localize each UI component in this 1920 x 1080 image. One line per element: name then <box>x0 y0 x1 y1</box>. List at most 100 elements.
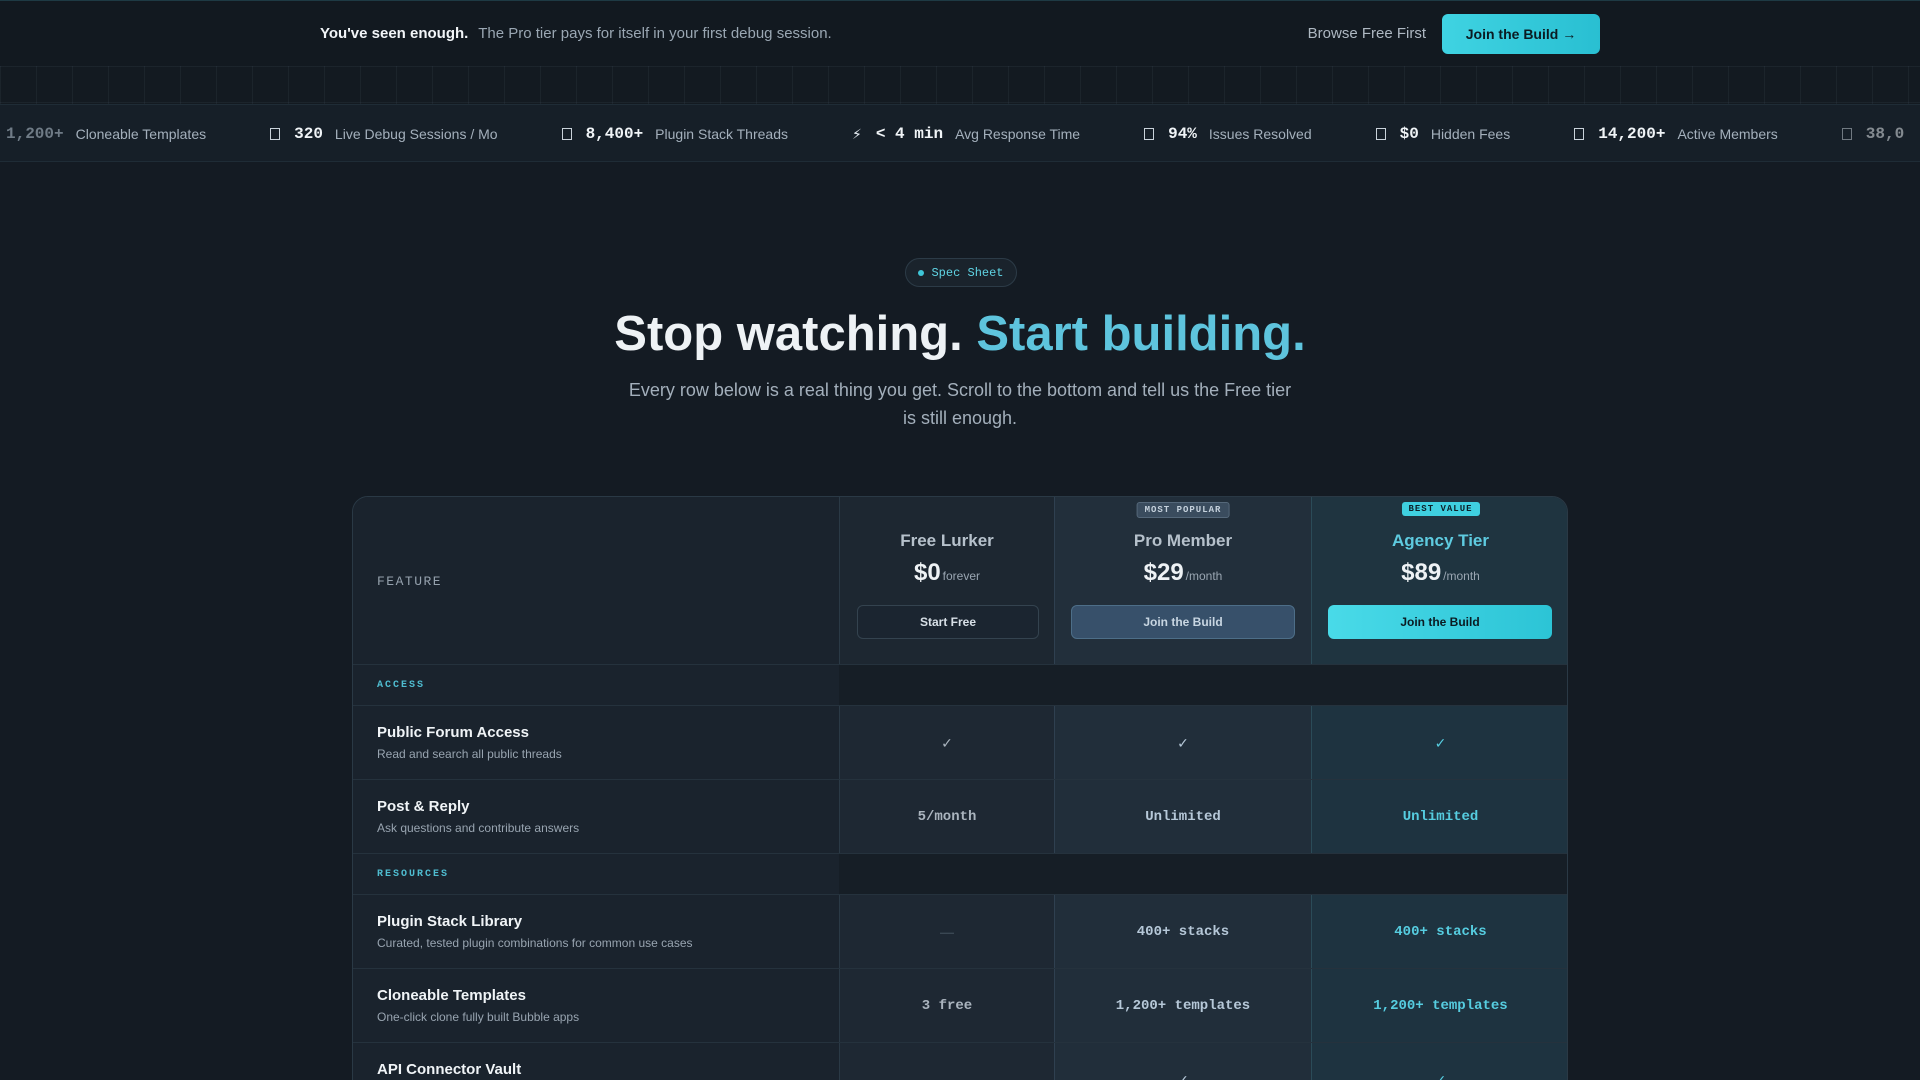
stat-value: $0 <box>1399 125 1419 143</box>
section-label: RESOURCES <box>377 869 450 880</box>
check-icon: ✓ <box>1311 1043 1567 1080</box>
table-row: API Connector Vault ✓ ✓ <box>353 1042 1567 1080</box>
dash-icon: — <box>839 895 1054 969</box>
browse-free-link[interactable]: Browse Free First <box>1308 25 1426 42</box>
stats-track: 1,200+ Cloneable Templates 320 Live Debu… <box>6 105 1920 161</box>
title-main: Stop watching. <box>614 307 963 361</box>
agency-join-button[interactable]: Join the Build <box>1328 605 1552 639</box>
pro-value: 1,200+ templates <box>1054 969 1311 1043</box>
price-period: /month <box>1443 569 1480 583</box>
stat-value: 14,200+ <box>1598 125 1666 143</box>
stat-item: 38,0 <box>1841 125 1916 143</box>
stat-label: Hidden Fees <box>1430 126 1511 142</box>
check-icon: ✓ <box>1054 706 1311 780</box>
section-fill <box>839 665 1567 706</box>
stat-item: $0 Hidden Fees <box>1375 125 1511 143</box>
tier-price: $0 forever <box>840 559 1054 587</box>
stat-label: Avg Response Time <box>955 126 1081 142</box>
stat-label: Issues Resolved <box>1208 126 1312 142</box>
agency-value: Unlimited <box>1311 780 1567 854</box>
table-row: Post & Reply Ask questions and contribut… <box>353 779 1567 854</box>
feature-description: Read and search all public threads <box>377 747 562 761</box>
upgrade-banner: You've seen enough. The Pro tier pays fo… <box>0 0 1920 66</box>
table-row: Public Forum Access Read and search all … <box>353 705 1567 780</box>
feature-description: Curated, tested plugin combinations for … <box>377 936 693 950</box>
feature-header: FEATURE <box>377 574 443 589</box>
pill-label: Spec Sheet <box>931 265 1004 280</box>
grid-decoration <box>0 66 1920 104</box>
section-fill <box>839 854 1567 895</box>
feature-header-cell: FEATURE <box>353 497 839 664</box>
stat-label: Cloneable Templates <box>75 126 207 142</box>
agency-value: 1,200+ templates <box>1311 969 1567 1043</box>
page-title: Stop watching. Start building. <box>0 306 1920 362</box>
stat-item: 94% Issues Resolved <box>1144 125 1312 143</box>
dot-icon <box>918 269 925 276</box>
feature-description: One-click clone fully built Bubble apps <box>377 1010 580 1024</box>
square-icon <box>1375 128 1386 140</box>
agency-value: 400+ stacks <box>1311 895 1567 969</box>
stat-value: 38,0 <box>1865 125 1905 143</box>
stat-value: 94% <box>1168 125 1197 143</box>
check-icon: ✓ <box>1054 1043 1311 1080</box>
stats-ticker: 1,200+ Cloneable Templates 320 Live Debu… <box>0 104 1920 162</box>
stat-value: 320 <box>294 125 323 143</box>
tier-header-agency: BEST VALUE Agency Tier $89/month Join th… <box>1311 497 1567 664</box>
tier-price: $89/month <box>1312 559 1567 587</box>
free-value <box>839 1043 1054 1080</box>
stat-value: < 4 min <box>875 125 944 143</box>
banner-message: You've seen enough. The Pro tier pays fo… <box>320 25 832 42</box>
price-period: /month <box>1185 569 1223 583</box>
start-free-button[interactable]: Start Free <box>857 605 1039 639</box>
square-icon <box>1144 128 1155 140</box>
pro-value: Unlimited <box>1054 780 1311 854</box>
most-popular-badge: MOST POPULAR <box>1136 502 1230 518</box>
tier-name: Pro Member <box>1133 531 1233 550</box>
title-accent: Start building. <box>976 307 1306 361</box>
feature-name: Plugin Stack Library <box>377 913 523 930</box>
section-header-access: ACCESS <box>353 664 1567 706</box>
stat-item: ⚡ < 4 min Avg Response Time <box>852 125 1080 143</box>
square-icon <box>1574 128 1585 140</box>
tier-name: Agency Tier <box>1391 531 1489 550</box>
price-amount: $0 <box>913 559 941 586</box>
price-amount: $89 <box>1401 559 1442 586</box>
tier-price: $29/month <box>1055 559 1311 587</box>
stat-item: 1,200+ Cloneable Templates <box>6 125 206 143</box>
tier-header-free: Free Lurker $0 forever Start Free <box>839 497 1054 664</box>
check-icon: ✓ <box>1311 706 1567 780</box>
price-period: forever <box>942 569 981 583</box>
feature-description: Ask questions and contribute answers <box>377 821 580 835</box>
feature-name: Cloneable Templates <box>377 987 526 1004</box>
square-icon <box>1841 128 1852 140</box>
stat-label: Live Debug Sessions / Mo <box>334 126 498 142</box>
stat-label: Plugin Stack Threads <box>655 126 788 142</box>
bolt-icon: ⚡ <box>852 125 862 142</box>
stat-label: Active Members <box>1677 126 1778 142</box>
pro-join-button[interactable]: Join the Build <box>1071 605 1295 639</box>
price-amount: $29 <box>1143 559 1184 586</box>
page-subtitle: Every row below is a real thing you get.… <box>628 380 1292 428</box>
section-header-resources: RESOURCES <box>353 853 1567 895</box>
banner-sub-text: The Pro tier pays for itself in your fir… <box>478 25 832 42</box>
section-label: ACCESS <box>377 680 426 691</box>
feature-name: Post & Reply <box>377 798 470 815</box>
feature-name: API Connector Vault <box>377 1061 522 1078</box>
stat-value: 1,200+ <box>6 125 64 143</box>
free-value: 5/month <box>839 780 1054 854</box>
square-icon <box>270 128 281 140</box>
table-row: Plugin Stack Library Curated, tested plu… <box>353 894 1567 969</box>
tier-name: Free Lurker <box>900 531 994 550</box>
banner-bold-text: You've seen enough. <box>320 25 469 42</box>
tier-header-pro: MOST POPULAR Pro Member $29/month Join t… <box>1054 497 1311 664</box>
stat-item: 14,200+ Active Members <box>1574 125 1778 143</box>
feature-name: Public Forum Access <box>377 724 529 741</box>
stat-item: 320 Live Debug Sessions / Mo <box>270 125 498 143</box>
square-icon <box>561 128 572 140</box>
stat-value: 8,400+ <box>585 125 644 143</box>
join-build-button[interactable]: Join the Build → <box>1442 14 1600 54</box>
pro-value: 400+ stacks <box>1054 895 1311 969</box>
free-value: 3 free <box>839 969 1054 1043</box>
best-value-badge: BEST VALUE <box>1401 502 1480 516</box>
table-row: Cloneable Templates One-click clone full… <box>353 968 1567 1043</box>
